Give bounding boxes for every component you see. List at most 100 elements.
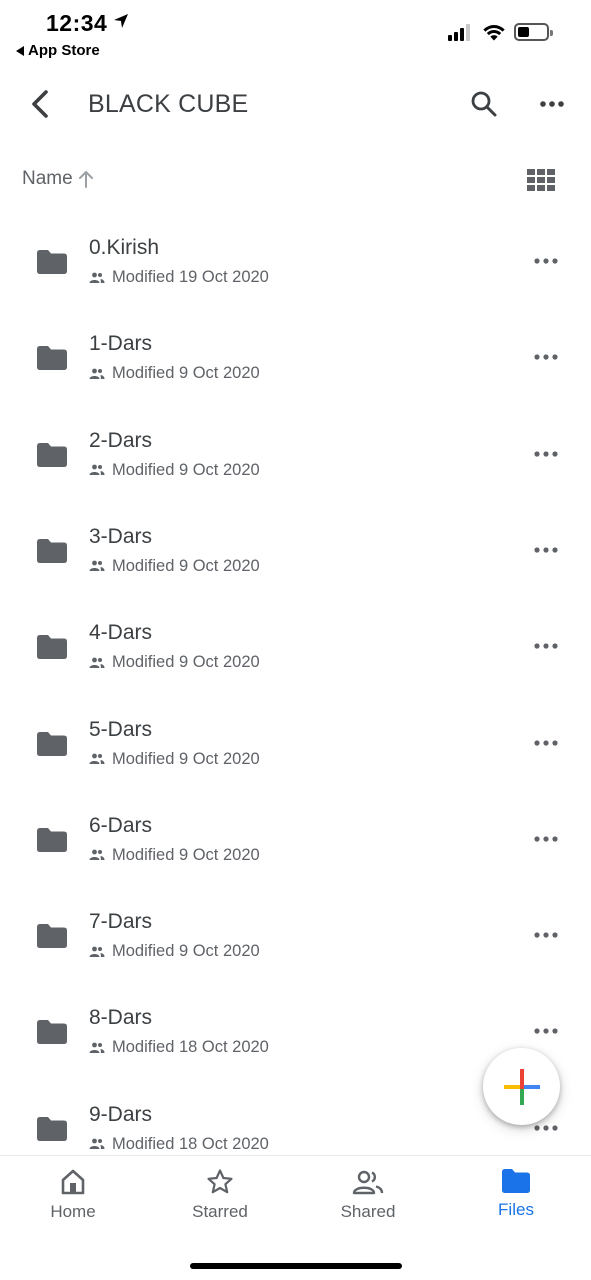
sort-label: Name [22, 168, 73, 189]
shared-people-icon [89, 560, 105, 572]
file-modified-date: Modified 9 Oct 2020 [112, 556, 260, 575]
nav-home-label: Home [50, 1202, 96, 1221]
add-plus-icon [503, 1068, 540, 1105]
file-name: 0.Kirish [89, 236, 160, 259]
file-row[interactable]: 2-Dars Modified 9 Oct 2020 [0, 406, 591, 502]
file-name: 4-Dars [89, 621, 153, 645]
home-indicator [190, 1263, 402, 1269]
shared-people-icon [89, 753, 105, 764]
file-more-button[interactable] [524, 534, 568, 566]
file-more-button[interactable] [524, 245, 568, 277]
file-name: 7-Dars [89, 910, 153, 934]
star-icon [207, 1169, 233, 1194]
file-more-button[interactable] [524, 919, 568, 951]
file-name: 3-Dars [89, 524, 153, 548]
grid-view-icon [527, 169, 555, 191]
grid-view-toggle[interactable] [526, 166, 556, 194]
file-name: 6-Dars [89, 813, 153, 837]
shared-people-icon [89, 368, 105, 379]
status-bar: 12:34 App Store [0, 0, 591, 66]
file-row[interactable]: 0.Kirish Modified 19 Oct 2020 [0, 213, 591, 309]
nav-starred-label: Starred [192, 1202, 248, 1221]
file-row[interactable]: 1-Dars Modified 9 Oct 2020 [0, 309, 591, 405]
more-horizontal-icon [534, 643, 558, 649]
file-name: 2-Dars [89, 428, 153, 452]
folder-icon [37, 442, 67, 467]
shared-people-icon [89, 1138, 105, 1150]
shared-people-icon [89, 657, 105, 668]
file-name: 8-Dars [89, 1006, 153, 1030]
file-modified-date: Modified 9 Oct 2020 [112, 749, 260, 768]
more-horizontal-icon [534, 354, 558, 360]
file-row[interactable]: 3-Dars Modified 9 Oct 2020 [0, 502, 591, 598]
shared-people-icon [89, 849, 105, 861]
back-to-app-store[interactable]: App Store [16, 42, 100, 59]
more-horizontal-icon [534, 836, 558, 842]
search-icon [471, 91, 497, 117]
more-horizontal-icon [534, 1125, 558, 1131]
file-modified-date: Modified 9 Oct 2020 [112, 653, 260, 672]
shared-people-icon [89, 1042, 105, 1053]
wifi-icon [483, 25, 505, 41]
back-arrow-icon [32, 90, 48, 118]
more-horizontal-icon [534, 547, 558, 553]
file-more-button[interactable] [524, 438, 568, 470]
file-meta: Modified 9 Oct 2020 [89, 653, 260, 672]
file-meta: Modified 9 Oct 2020 [89, 750, 260, 769]
more-horizontal-icon [534, 932, 558, 938]
more-horizontal-icon [534, 1028, 558, 1034]
folder-icon [37, 1020, 67, 1045]
file-modified-date: Modified 19 Oct 2020 [112, 268, 269, 286]
folder-icon [37, 250, 67, 274]
file-more-button[interactable] [524, 1015, 568, 1047]
file-meta: Modified 18 Oct 2020 [89, 1038, 269, 1057]
file-name: 5-Dars [89, 717, 153, 741]
app-bar: BLACK CUBE [0, 72, 591, 136]
cellular-signal-icon [448, 24, 470, 41]
shared-people-icon [89, 464, 105, 476]
folder-icon [37, 635, 67, 660]
folder-icon [37, 827, 67, 852]
file-more-button[interactable] [524, 823, 568, 855]
status-time: 12:34 [46, 10, 108, 36]
file-modified-date: Modified 9 Oct 2020 [112, 845, 260, 864]
file-row[interactable]: 5-Dars Modified 9 Oct 2020 [0, 695, 591, 791]
file-more-button[interactable] [524, 341, 568, 373]
nav-files[interactable]: Files [461, 1168, 571, 1228]
file-meta: Modified 9 Oct 2020 [89, 557, 260, 576]
nav-home[interactable]: Home [18, 1168, 128, 1228]
file-modified-date: Modified 9 Oct 2020 [112, 460, 260, 479]
file-more-button[interactable] [524, 727, 568, 759]
file-row[interactable]: 7-Dars Modified 9 Oct 2020 [0, 887, 591, 983]
location-arrow-icon [114, 14, 128, 28]
new-item-fab[interactable] [483, 1048, 560, 1125]
bottom-navigation: Home Starred Shared Files [0, 1155, 591, 1280]
nav-shared-label: Shared [340, 1202, 396, 1221]
battery-icon [514, 23, 553, 41]
more-horizontal-icon [534, 739, 558, 746]
file-modified-date: Modified 18 Oct 2020 [112, 1038, 269, 1057]
more-options-button[interactable] [532, 86, 572, 122]
sort-by-name-button[interactable]: Name [22, 168, 95, 190]
sort-bar: Name [0, 160, 591, 200]
file-modified-date: Modified 18 Oct 2020 [112, 1134, 269, 1153]
search-button[interactable] [466, 86, 502, 122]
nav-starred[interactable]: Starred [165, 1168, 275, 1228]
arrow-up-icon [78, 171, 93, 188]
nav-shared[interactable]: Shared [313, 1168, 423, 1228]
file-name: 9-Dars [89, 1102, 153, 1126]
file-more-button[interactable] [524, 630, 568, 662]
file-meta: Modified 9 Oct 2020 [89, 364, 260, 383]
back-button[interactable] [22, 84, 58, 124]
more-horizontal-icon [534, 258, 558, 264]
file-row[interactable]: 6-Dars Modified 9 Oct 2020 [0, 791, 591, 887]
back-app-label: App Store [28, 42, 100, 59]
shared-people-icon [352, 1170, 384, 1195]
more-horizontal-icon [534, 450, 558, 457]
file-meta: Modified 9 Oct 2020 [89, 942, 260, 961]
file-row[interactable]: 4-Dars Modified 9 Oct 2020 [0, 598, 591, 694]
file-modified-date: Modified 9 Oct 2020 [112, 942, 260, 961]
folder-icon [37, 924, 67, 949]
file-modified-date: Modified 9 Oct 2020 [112, 364, 260, 383]
folder-icon [37, 731, 67, 756]
